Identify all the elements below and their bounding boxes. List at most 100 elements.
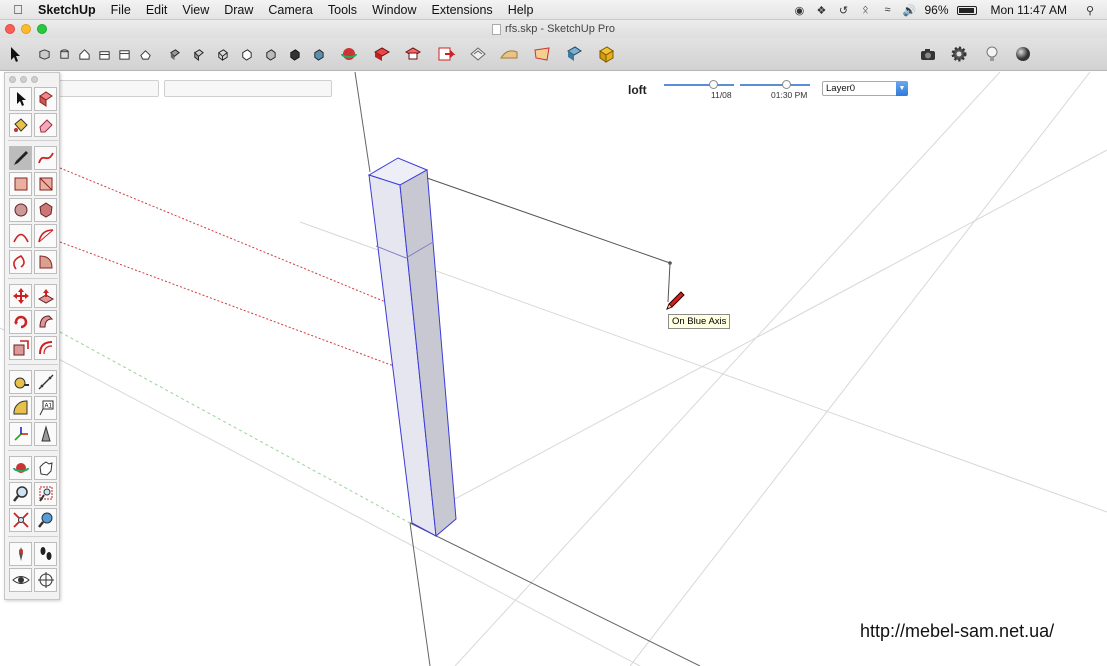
watermark-url: http://mebel-sam.net.ua/ [860,621,1055,641]
component-box-icon[interactable] [594,42,618,66]
menu-tools[interactable]: Tools [320,3,364,17]
orbit-icon[interactable] [337,42,361,66]
back-edges-style-icon[interactable] [191,47,206,62]
material-sphere-icon[interactable] [1011,42,1035,66]
menu-draw[interactable]: Draw [217,3,261,17]
position-camera-icon[interactable] [9,542,32,566]
window-title-bar: rfs.skp - SketchUp Pro [0,20,1107,38]
section-plane-tool-icon[interactable] [34,568,57,592]
spotlight-search-icon[interactable]: ⚲ [1083,3,1097,17]
gear-icon[interactable] [947,42,971,66]
zoom-button[interactable] [37,24,47,34]
camera-icon[interactable] [916,42,940,66]
polygon-tool-icon[interactable] [34,198,57,222]
axes-tool-icon[interactable] [9,422,32,446]
scale-tool-icon[interactable] [9,336,32,360]
3d-text-icon[interactable] [34,422,57,446]
push-pull-icon[interactable] [34,284,57,308]
iso-view-icon[interactable] [37,47,52,62]
zoom-window-icon[interactable] [34,482,57,506]
menu-window[interactable]: Window [365,3,424,17]
rotate-tool-icon[interactable] [9,310,32,334]
green-axis [59,331,411,524]
wireframe-style-icon[interactable] [215,47,230,62]
orbit-tool-icon[interactable] [9,456,32,480]
move-tool-icon[interactable] [9,284,32,308]
volume-icon[interactable]: 🔊 [902,3,917,17]
xray-style-icon[interactable] [167,47,182,62]
front-view-icon[interactable] [77,47,92,62]
menu-help[interactable]: Help [500,3,541,17]
shaded-style-icon[interactable] [263,47,278,62]
monochrome-style-icon[interactable] [311,47,326,62]
tool-palette: A1 [4,72,60,600]
section-plane-icon[interactable] [370,42,394,66]
battery-percent: 96% [924,3,949,17]
menu-extensions[interactable]: Extensions [424,3,500,17]
paint-bucket-icon[interactable] [9,113,32,137]
apple-icon[interactable]:  [0,2,36,17]
time-machine-icon[interactable]: ↺ [836,3,850,17]
wifi-icon[interactable]: ≈ [880,3,894,17]
lightbulb-icon[interactable] [980,42,1004,66]
record-icon[interactable]: ◉ [792,3,806,17]
arc-tool-icon[interactable] [9,224,32,248]
pan-hand-icon[interactable] [34,456,57,480]
look-around-eye-icon[interactable] [9,568,32,592]
terrain-icon[interactable] [497,42,521,66]
battery-icon[interactable] [956,5,977,15]
section-display-icon[interactable] [401,42,425,66]
grid-lines [0,72,1107,666]
pie-tool-icon[interactable] [34,250,57,274]
dropbox-icon[interactable]: ❖ [814,3,828,17]
eraser-icon[interactable] [34,113,57,137]
menu-camera[interactable]: Camera [261,3,320,17]
select-tool-icon[interactable] [9,87,32,111]
menu-file[interactable]: File [103,3,138,17]
three-point-arc-icon[interactable] [9,250,32,274]
right-view-icon[interactable] [97,47,112,62]
sandbox-icon[interactable] [466,42,490,66]
offset-tool-icon[interactable] [34,336,57,360]
protractor-icon[interactable] [9,396,32,420]
clock[interactable]: Mon 11:47 AM [991,3,1068,17]
make-component-icon[interactable] [34,87,57,111]
hidden-line-style-icon[interactable] [239,47,254,62]
send-to-layout-icon[interactable] [434,42,458,66]
shaded-texture-style-icon[interactable] [287,47,302,62]
menu-view[interactable]: View [175,3,217,17]
inference-tooltip: On Blue Axis [668,314,731,329]
two-point-arc-icon[interactable] [34,224,57,248]
post-component[interactable] [367,157,457,537]
tape-measure-icon[interactable] [9,370,32,394]
zoom-tool-icon[interactable] [9,482,32,506]
zoom-extents-icon[interactable] [9,508,32,532]
menu-edit[interactable]: Edit [138,3,175,17]
close-button[interactable] [5,24,15,34]
walk-footprints-icon[interactable] [34,542,57,566]
rotated-rectangle-icon[interactable] [34,172,57,196]
back-view-icon[interactable] [117,47,132,62]
menu-app-name[interactable]: SketchUp [36,3,103,17]
dimension-tool-icon[interactable] [34,370,57,394]
red-axis [59,167,411,373]
drape-icon[interactable] [530,42,554,66]
circle-tool-icon[interactable] [9,198,32,222]
rectangle-tool-icon[interactable] [9,172,32,196]
freehand-icon[interactable] [34,146,57,170]
modeling-viewport[interactable] [0,72,1107,666]
bluetooth-icon[interactable]: ᛟ [858,3,872,17]
endpoint-marker [668,261,672,265]
left-view-icon[interactable] [138,47,153,62]
follow-me-icon[interactable] [34,310,57,334]
document-icon [491,23,501,35]
pencil-line-tool-icon[interactable] [9,146,32,170]
extrude-icon[interactable] [562,42,586,66]
window-title: rfs.skp - SketchUp Pro [504,23,616,35]
select-arrow-icon[interactable] [3,42,27,66]
top-view-icon[interactable] [57,47,72,62]
minimize-button[interactable] [21,24,31,34]
previous-view-icon[interactable] [34,508,57,532]
text-tool-icon[interactable]: A1 [34,396,57,420]
drawn-edge [426,177,671,264]
